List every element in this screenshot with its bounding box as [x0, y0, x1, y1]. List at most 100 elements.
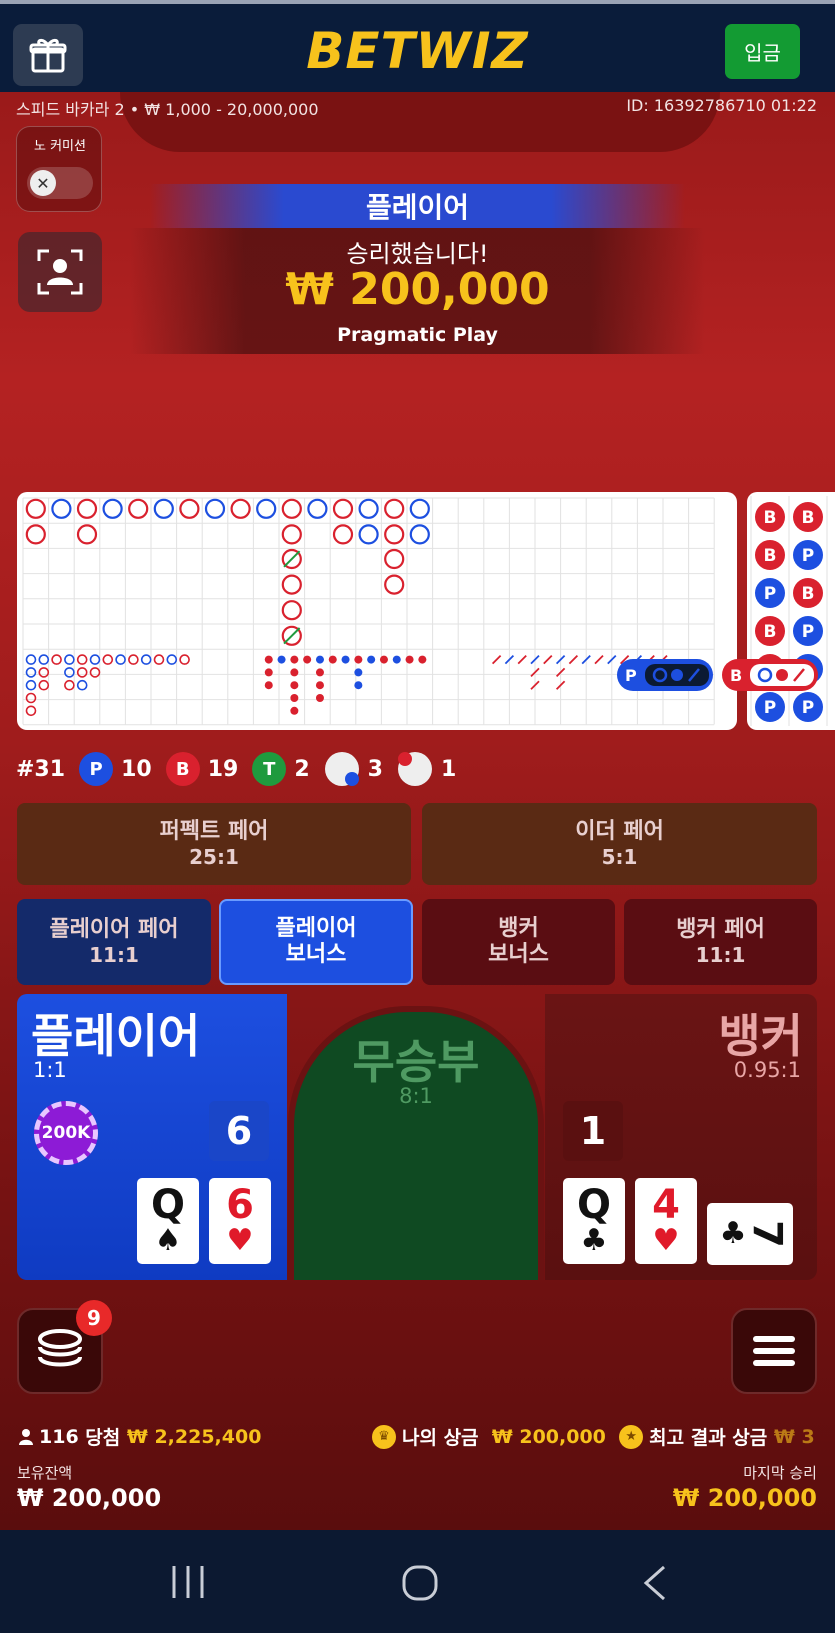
big-road-mark	[358, 524, 379, 545]
derived-road-mark	[76, 654, 88, 665]
small-road-mark	[418, 655, 427, 664]
derived-road-mark	[89, 667, 101, 678]
big-road-mark	[384, 574, 405, 595]
perfect-pair-bet[interactable]: 퍼펙트 페어 25:1	[17, 803, 411, 885]
big-road-mark	[332, 524, 354, 545]
small-road-mark	[367, 655, 376, 664]
small-road-mark	[290, 681, 299, 690]
banker-badge: B	[165, 752, 200, 786]
my-win-summary: ♛ 나의 상금 ₩ 200,000 ★ 최고 결과 상금 ₩ 3	[372, 1423, 815, 1450]
small-road-mark	[277, 655, 286, 664]
big-road-mark	[307, 498, 328, 519]
win-banner: 플레이어 승리했습니다! ₩ 200,000 Pragmatic Play	[130, 184, 705, 354]
winners-summary: 116 당첨 ₩ 2,225,400	[18, 1423, 261, 1450]
small-road-mark	[264, 655, 273, 664]
derived-road-mark	[64, 654, 75, 665]
big-road-mark	[102, 498, 123, 519]
close-icon: ✕	[30, 170, 56, 196]
deposit-button[interactable]: 입금	[725, 24, 800, 79]
balance-label: 보유잔액	[17, 1464, 73, 1482]
last-win-label: 마지막 승리	[743, 1464, 817, 1482]
small-road-mark	[354, 655, 363, 664]
menu-button[interactable]	[731, 1308, 817, 1394]
tie-bet-odds: 8:1	[399, 1084, 433, 1108]
placed-chip[interactable]: 200K	[34, 1101, 98, 1165]
big-road-mark	[332, 498, 354, 519]
back-icon[interactable]	[640, 1564, 670, 1602]
spade-icon: ♠	[154, 1223, 182, 1258]
banker-prediction-button[interactable]: B	[722, 659, 818, 691]
big-road-mark	[384, 548, 405, 570]
tie-count: 2	[294, 756, 310, 782]
winners-amount: ₩ 2,225,400	[126, 1425, 262, 1448]
banker-pair-stat: 1	[397, 751, 456, 787]
best-result-amount: ₩ 3	[773, 1425, 815, 1448]
derived-road-mark	[64, 679, 75, 691]
banker-pair-title: 뱅커 페어	[676, 917, 765, 942]
player-badge: P	[79, 752, 114, 786]
bead-road-label: B	[764, 622, 777, 642]
player-bonus-bet[interactable]: 플레이어 보너스	[219, 899, 413, 985]
bead-road[interactable]: BBBPPBBPBPPP	[747, 492, 835, 730]
no-commission-toggle[interactable]: ✕	[27, 167, 93, 199]
banker-card-2: 4 ♥	[635, 1178, 697, 1264]
derived-road-mark	[153, 654, 165, 665]
cockroach-road-mark	[491, 654, 502, 665]
bead-road-label: P	[764, 584, 776, 604]
small-road-mark	[379, 655, 388, 664]
either-pair-bet[interactable]: 이더 페어 5:1	[422, 803, 817, 885]
small-road-mark	[290, 706, 299, 715]
player-prediction-button[interactable]: P	[617, 659, 713, 691]
small-road-mark	[315, 694, 324, 702]
big-road-mark	[230, 498, 251, 519]
banker-wins-stat: B 19	[165, 752, 239, 786]
cockroach-road-mark	[517, 654, 527, 665]
no-commission-label: 노 커미션	[34, 139, 86, 154]
banker-bonus-bet[interactable]: 뱅커 보너스	[422, 899, 615, 985]
small-road-mark	[392, 655, 401, 664]
tie-mark	[283, 550, 301, 568]
chip-stack-icon	[38, 1329, 82, 1367]
banker-bet-title: 뱅커	[718, 1009, 803, 1063]
perfect-pair-title: 퍼펙트 페어	[159, 819, 269, 844]
small-road-mark	[328, 655, 337, 664]
cockroach-road-mark	[594, 654, 604, 665]
banker-bonus-title-1: 뱅커	[498, 916, 539, 941]
big-road-mark	[358, 498, 379, 519]
round-number: #31	[16, 756, 66, 782]
scoreboard-roadmap[interactable]	[17, 492, 737, 730]
cockroach-road-mark	[543, 654, 553, 665]
player-pair-bet[interactable]: 플레이어 페어 11:1	[17, 899, 211, 985]
derived-road-mark	[179, 654, 190, 665]
small-road-mark	[341, 655, 350, 664]
bead-road-grid: BBBPPBBPBPPP	[750, 496, 828, 726]
card-rank: 7	[743, 1220, 790, 1248]
my-win-label: 나의 상금	[402, 1427, 479, 1449]
round-id: ID: 16392786710 01:22	[626, 96, 817, 115]
derived-road-mark	[102, 654, 114, 665]
banker-pair-bet[interactable]: 뱅커 페어 11:1	[624, 899, 817, 985]
player-wins-count: 10	[121, 756, 152, 782]
table-info: 스피드 바카라 2 • ₩ 1,000 - 20,000,000	[16, 100, 319, 119]
tie-bet-area[interactable]: 무승부 8:1	[288, 1006, 544, 1280]
predict-player-label: P	[625, 665, 637, 685]
big-road-mark	[51, 498, 72, 519]
small-road-mark	[290, 694, 299, 702]
hamburger-icon	[753, 1336, 795, 1366]
player-bet-title: 플레이어	[31, 1009, 201, 1063]
derived-road-mark	[89, 654, 101, 665]
home-icon[interactable]	[401, 1564, 439, 1602]
big-road-mark	[409, 498, 430, 519]
small-road-mark	[264, 668, 273, 677]
card-rank: 6	[226, 1182, 254, 1228]
recent-apps-icon[interactable]	[168, 1564, 208, 1600]
card-rank: Q	[150, 1182, 185, 1228]
banker-wins-count: 19	[207, 756, 239, 782]
player-bonus-title-2: 보너스	[285, 942, 347, 967]
small-road-mark	[290, 655, 299, 664]
small-road-mark	[303, 655, 312, 664]
camera-view-button[interactable]	[18, 232, 102, 312]
banker-pair-count: 1	[440, 756, 457, 782]
derived-road-mark	[25, 679, 37, 691]
big-road-mark	[76, 524, 98, 545]
